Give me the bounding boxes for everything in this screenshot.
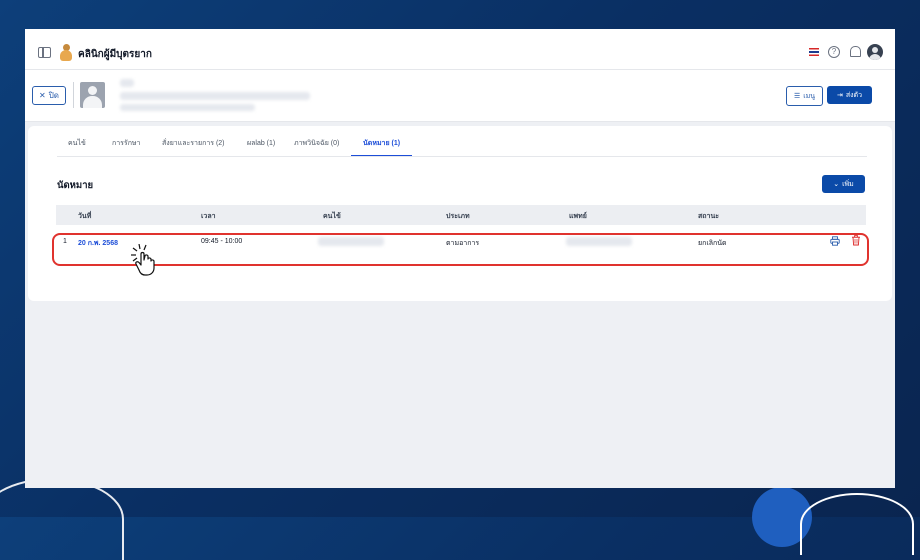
add-appointment-button[interactable]: ⌄ เพิ่ม [822, 175, 865, 193]
row-highlight-outline [52, 233, 869, 266]
tab-imaging[interactable]: ภาพวินิจฉัย (0) [294, 133, 339, 155]
send-icon: ⇥ [836, 92, 843, 99]
tab-lab[interactable]: ผลlab (1) [247, 133, 275, 155]
column-header-time[interactable]: เวลา [201, 211, 216, 222]
section-title: นัดหมาย [57, 180, 94, 191]
sidebar-toggle-icon[interactable] [38, 47, 51, 58]
menu-button[interactable]: ☰ เมนู [786, 86, 823, 106]
tab-bar: คนไข้ การรักษา สั่งยาและรายการ (2) ผลlab… [57, 133, 867, 157]
close-button-label: ปิด [48, 91, 59, 100]
add-button-label: เพิ่ม [842, 180, 854, 188]
user-avatar-icon[interactable] [867, 44, 883, 60]
top-bar: คลินิกผู้มีบุตรยาก ? [25, 29, 895, 70]
column-header-date[interactable]: วันที่ [78, 211, 91, 222]
tab-orders[interactable]: สั่งยาและรายการ (2) [162, 133, 225, 155]
menu-icon: ☰ [793, 93, 801, 100]
help-icon[interactable]: ? [828, 46, 840, 58]
redacted-patient-birthdate [120, 104, 255, 111]
tab-patient[interactable]: คนไข้ [68, 133, 86, 155]
column-header-doctor[interactable]: แพทย์ [569, 211, 587, 222]
tab-treatment[interactable]: การรักษา [112, 133, 140, 155]
send-button-label: ส่งตัว [845, 91, 863, 99]
column-header-patient[interactable]: คนไข้ [323, 211, 341, 222]
background-decoration [800, 493, 914, 555]
app-title: คลินิกผู้มีบุตรยาก [78, 49, 152, 60]
send-button[interactable]: ⇥ ส่งตัว [827, 86, 872, 104]
close-icon: ✕ [39, 91, 46, 100]
column-header-status[interactable]: สถานะ [698, 211, 719, 222]
pointer-hand-icon [131, 244, 155, 276]
patient-bar: ✕ ปิด ☰ เมนู ⇥ ส่งตัว [25, 70, 895, 122]
flag-icon[interactable] [809, 48, 819, 56]
redacted-patient-info [120, 92, 310, 100]
table-header: วันที่ เวลา คนไข้ ประเภท แพทย์ สถานะ [56, 205, 866, 225]
bell-icon[interactable] [850, 46, 861, 57]
patient-photo [80, 82, 105, 108]
clinic-logo-icon [59, 44, 73, 62]
background-decoration [0, 478, 124, 560]
close-button[interactable]: ✕ ปิด [32, 86, 66, 105]
menu-button-label: เมนู [803, 92, 816, 100]
chevron-down-icon: ⌄ [833, 181, 840, 188]
redacted-patient-name [120, 79, 134, 87]
column-header-type[interactable]: ประเภท [446, 211, 470, 222]
divider [73, 82, 74, 108]
tab-appointments[interactable]: นัดหมาย (1) [351, 133, 413, 156]
